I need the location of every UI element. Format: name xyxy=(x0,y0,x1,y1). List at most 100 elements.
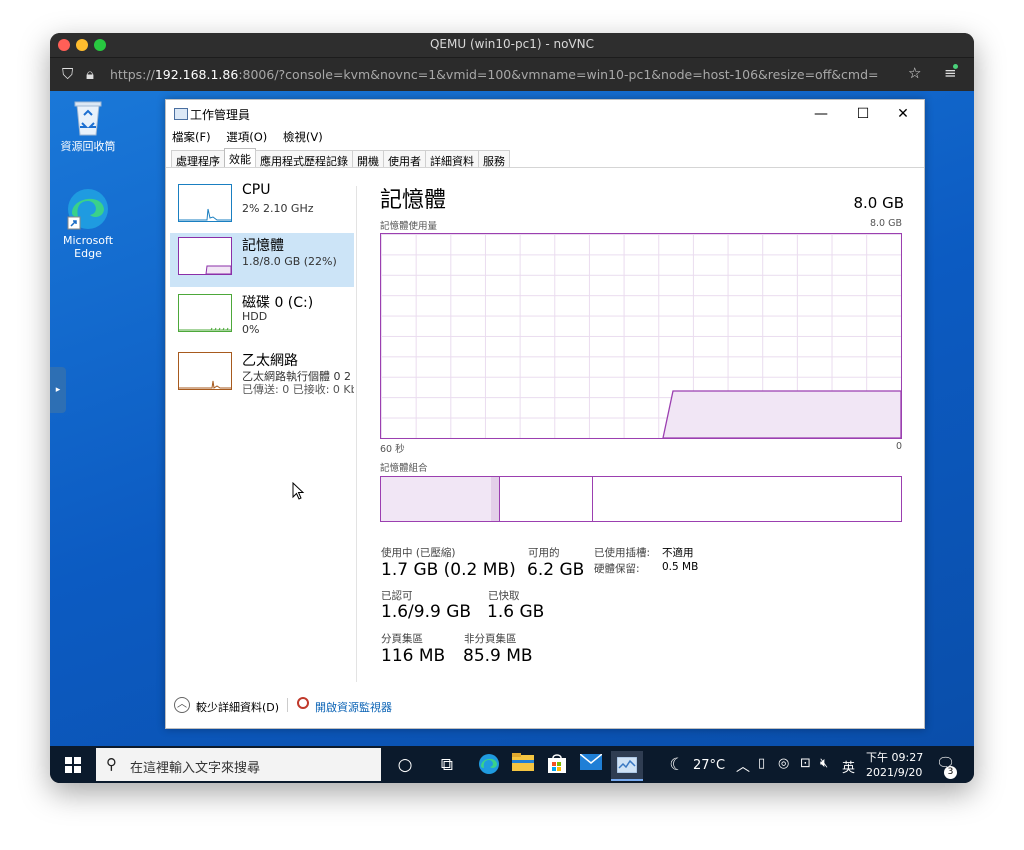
edge-taskbar-icon[interactable] xyxy=(474,753,504,777)
menu-options[interactable]: 選項(O) xyxy=(226,130,267,144)
cached-label: 已快取 xyxy=(488,590,520,602)
paged-pool-label: 分頁集區 xyxy=(381,633,423,645)
bookmark-star-icon[interactable]: ☆ xyxy=(908,64,921,82)
sidebar-cpu-detail: 2% 2.10 GHz xyxy=(242,202,314,215)
minimize-button[interactable]: — xyxy=(800,100,842,128)
sidebar-cpu-name: CPU xyxy=(242,182,271,198)
clock-time[interactable]: 下午 09:27 xyxy=(866,749,923,765)
chevron-up-tray-icon[interactable]: ︿ xyxy=(736,756,750,776)
shield-icon[interactable]: ⛉ xyxy=(62,65,73,83)
memory-usage-area xyxy=(662,390,901,438)
sidebar-disk-type: HDD xyxy=(242,310,268,323)
tab-processes[interactable]: 處理程序 xyxy=(171,150,225,168)
disk-sparkline xyxy=(179,327,231,331)
hardware-reserved-value: 0.5 MB xyxy=(662,561,699,573)
resource-monitor-icon xyxy=(297,697,309,709)
menu-view[interactable]: 檢視(V) xyxy=(283,130,323,144)
taskbar-search-input[interactable]: ⚲ 在這裡輸入文字來搜尋 xyxy=(96,748,381,781)
edge-icon xyxy=(67,189,108,230)
cpu-sparkline xyxy=(179,208,231,221)
weather-temperature[interactable]: 27°C xyxy=(693,758,725,773)
tab-performance[interactable]: 效能 xyxy=(224,148,256,168)
volume-muted-icon[interactable]: 🔇︎ xyxy=(820,756,828,771)
slots-used-value: 不適用 xyxy=(662,547,694,559)
tab-strip: 處理程序 效能 應用程式歷程記錄 開機 使用者 詳細資料 服務 xyxy=(171,148,510,168)
notification-count-badge: 3 xyxy=(944,766,957,779)
time-axis-end: 0 xyxy=(895,441,902,452)
clock-date[interactable]: 2021/9/20 xyxy=(866,766,922,779)
recycle-bin-icon xyxy=(74,101,102,136)
maximize-button[interactable]: ☐ xyxy=(842,100,884,128)
store-icon[interactable] xyxy=(542,753,572,777)
url-text[interactable]: https://192.168.1.86:8006/?console=kvm&n… xyxy=(110,67,879,82)
update-dot-icon xyxy=(953,64,958,69)
ethernet-thumbnail-graph xyxy=(178,352,232,390)
sidebar-disk-name: 磁碟 0 (C:) xyxy=(242,295,314,311)
memory-heading: 記憶體 xyxy=(380,188,447,213)
network-icon[interactable]: ⊡ xyxy=(800,756,811,771)
file-explorer-icon[interactable] xyxy=(508,753,538,777)
search-placeholder: 在這裡輸入文字來搜尋 xyxy=(130,761,261,776)
edge-shortcut[interactable]: Microsoft Edge xyxy=(50,187,126,260)
novnc-control-handle[interactable]: ▸ xyxy=(50,367,66,413)
sidebar-item-ethernet[interactable]: 乙太網路 乙太網路執行個體 0 2 已傳送: 0 已接收: 0 Kbps xyxy=(170,348,354,402)
address-bar[interactable]: ⛉ 🔒︎ https://192.168.1.86:8006/?console=… xyxy=(50,58,974,91)
close-button[interactable]: ✕ xyxy=(882,100,924,128)
tab-users[interactable]: 使用者 xyxy=(383,150,426,168)
memory-usage-label: 記憶體使用量 xyxy=(380,221,438,232)
chevron-up-icon[interactable]: ︿ xyxy=(174,697,190,713)
mail-icon[interactable] xyxy=(576,753,606,777)
sidebar-item-cpu[interactable]: CPU 2% 2.10 GHz xyxy=(170,180,354,234)
search-icon: ⚲ xyxy=(106,755,117,773)
cached-value: 1.6 GB xyxy=(487,602,545,622)
task-view-icon[interactable]: ⧉ xyxy=(432,753,462,777)
non-paged-pool-value: 85.9 MB xyxy=(463,646,533,666)
sidebar-disk-usage: 0% xyxy=(242,323,260,336)
in-use-label: 使用中 (已壓縮) xyxy=(381,547,456,559)
task-manager-taskbar-icon[interactable] xyxy=(611,751,643,781)
in-use-value: 1.7 GB (0.2 MB) xyxy=(381,560,516,580)
weather-moon-icon[interactable]: ☾ xyxy=(662,753,692,777)
sidebar-memory-name: 記憶體 xyxy=(242,238,284,254)
input-method-indicator[interactable]: 英 xyxy=(842,757,855,776)
cortana-icon[interactable]: ○ xyxy=(390,753,420,777)
memory-composition-label: 記憶體組合 xyxy=(380,463,428,474)
mouse-cursor-icon xyxy=(292,482,305,500)
tab-app-history[interactable]: 應用程式歷程記錄 xyxy=(255,150,353,168)
sidebar-memory-detail: 1.8/8.0 GB (22%) xyxy=(242,255,337,268)
non-paged-pool-label: 非分頁集區 xyxy=(464,633,517,645)
meet-now-icon[interactable]: ◎ xyxy=(778,756,789,771)
available-label: 可用的 xyxy=(528,547,560,559)
tab-services[interactable]: 服務 xyxy=(478,150,510,168)
fewer-details-button[interactable]: 較少詳細資料(D) xyxy=(196,699,279,715)
footer-separator xyxy=(287,698,288,712)
composition-in-use xyxy=(381,477,491,521)
available-value: 6.2 GB xyxy=(527,560,585,580)
open-resource-monitor-link[interactable]: 開啟資源監視器 xyxy=(315,699,392,715)
tab-details[interactable]: 詳細資料 xyxy=(425,150,479,168)
recycle-bin-shortcut[interactable]: 資源回收筒 xyxy=(50,99,126,153)
task-manager-window: 工作管理員 — ☐ ✕ 檔案(F) 選項(O) 檢視(V) 處理程序 效能 應用… xyxy=(165,99,925,729)
windows-desktop: 資源回收筒 Microsoft Edge ▸ 工作管理員 — ☐ ✕ 檔案(F)… xyxy=(50,91,974,746)
sidebar-ethernet-name: 乙太網路 xyxy=(242,353,298,369)
slots-used-label: 已使用插槽: xyxy=(594,547,651,559)
memory-composition-bar xyxy=(380,476,902,522)
edge-label: Microsoft Edge xyxy=(62,234,114,260)
browser-window: QEMU (win10-pc1) - noVNC ⛉ 🔒︎ https://19… xyxy=(50,33,974,783)
tablet-icon[interactable]: ▯ xyxy=(758,756,765,771)
browser-titlebar: QEMU (win10-pc1) - noVNC xyxy=(50,33,974,58)
composition-modified xyxy=(491,477,500,521)
tab-startup[interactable]: 開機 xyxy=(352,150,384,168)
lock-icon[interactable]: 🔒︎ xyxy=(86,65,94,83)
sidebar-item-memory[interactable]: 記憶體 1.8/8.0 GB (22%) xyxy=(170,233,354,287)
composition-standby-divider xyxy=(592,477,593,521)
memory-total: 8.0 GB xyxy=(853,194,904,212)
sidebar-item-disk[interactable]: 磁碟 0 (C:) HDD 0% xyxy=(170,290,354,344)
ethernet-sparkline xyxy=(179,380,231,389)
committed-value: 1.6/9.9 GB xyxy=(381,602,472,622)
windows-start-icon[interactable] xyxy=(58,753,88,777)
committed-label: 已認可 xyxy=(381,590,413,602)
menu-bar: 檔案(F) 選項(O) 檢視(V) xyxy=(172,129,335,145)
memory-sparkline xyxy=(205,265,232,275)
menu-file[interactable]: 檔案(F) xyxy=(172,130,211,144)
